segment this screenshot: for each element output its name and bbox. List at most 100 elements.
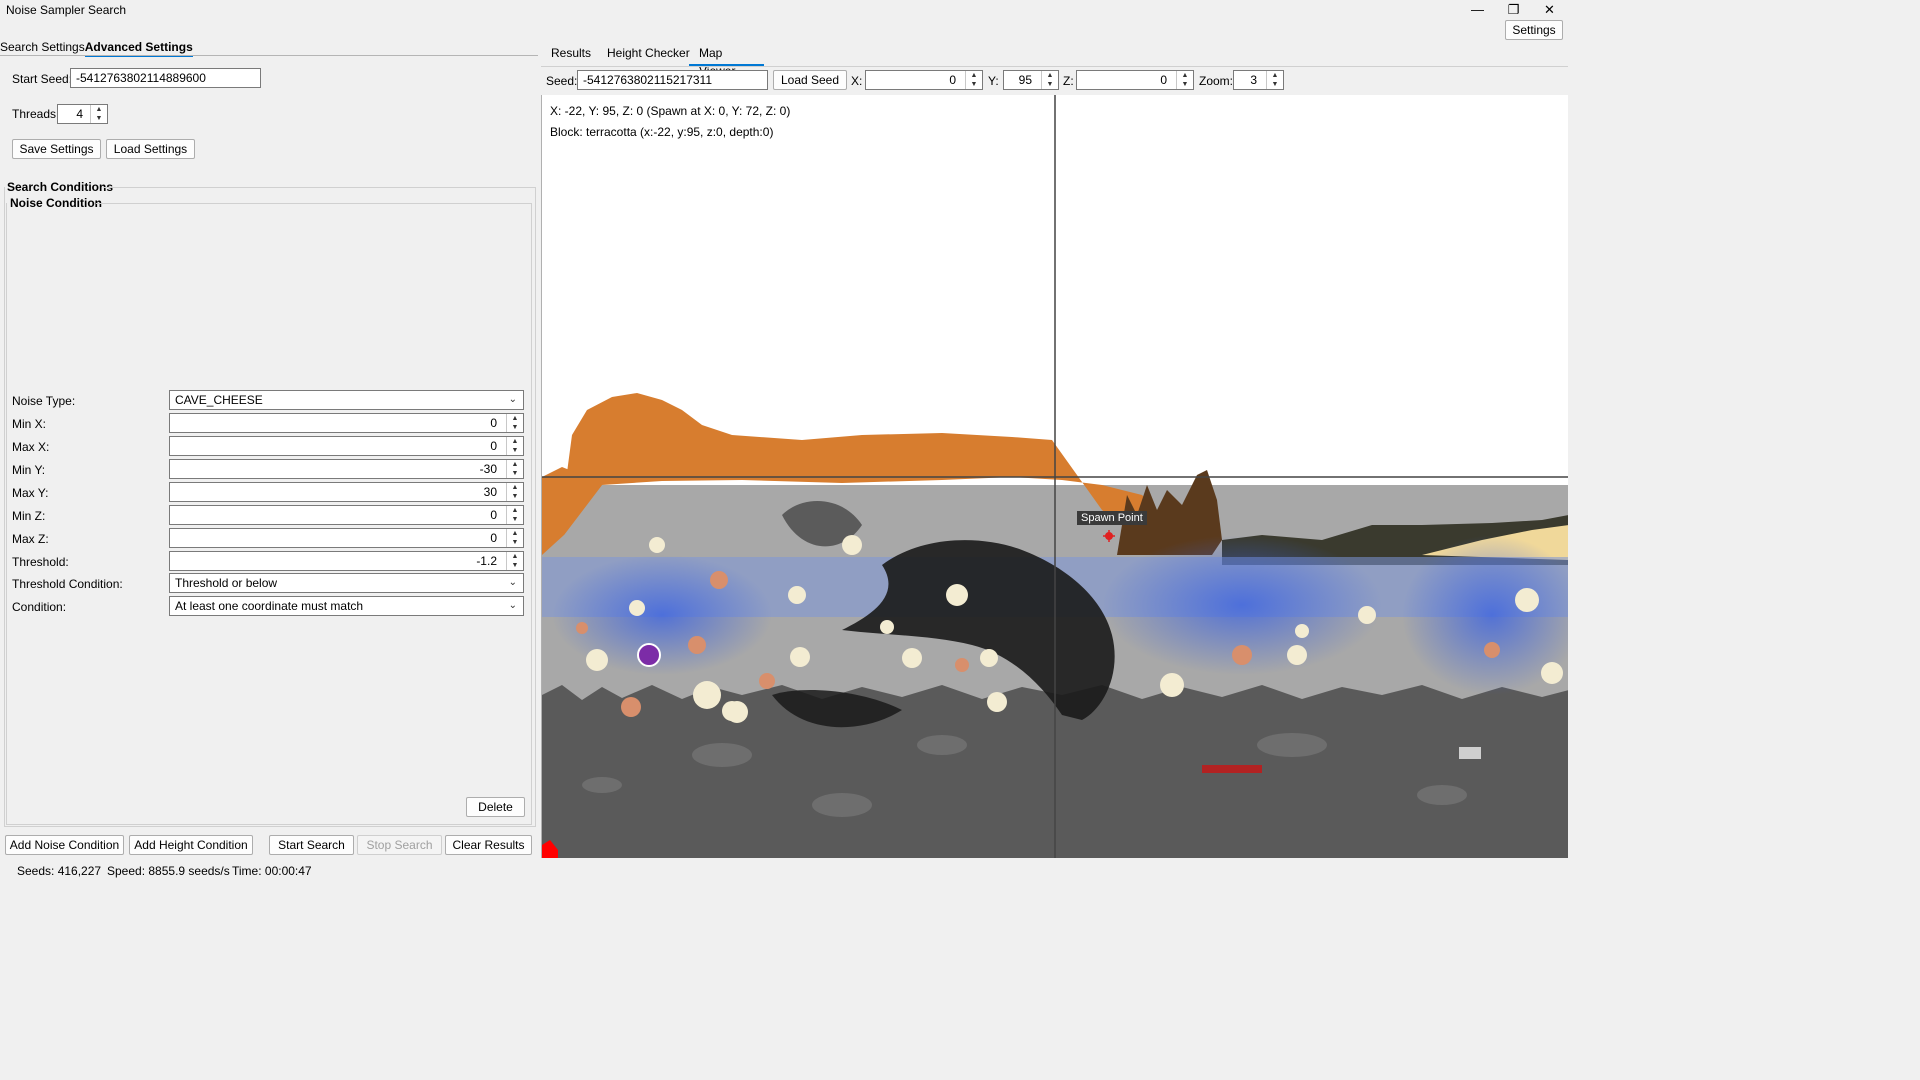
lava-strip <box>1202 765 1262 773</box>
terrain-render[interactable] <box>542 95 1568 858</box>
field-label: Threshold Condition: <box>12 577 123 591</box>
field-stepper[interactable]: -30 ▲ ▼ <box>169 459 524 479</box>
spin-down-icon[interactable]: ▼ <box>507 515 523 524</box>
start-seed-label: Start Seed: <box>12 72 73 86</box>
field-spinner[interactable]: ▲ ▼ <box>506 506 523 524</box>
dropdown-value: CAVE_CHEESE <box>175 393 263 407</box>
field-label: Max X: <box>12 440 50 454</box>
load-settings-button[interactable]: Load Settings <box>106 139 195 159</box>
settings-button[interactable]: Settings <box>1505 20 1563 40</box>
seed-input[interactable]: -5412763802115217311 <box>577 70 768 90</box>
field-stepper[interactable]: -1.2 ▲ ▼ <box>169 551 524 571</box>
spin-up-icon[interactable]: ▲ <box>91 105 107 114</box>
tab-divider <box>541 66 1568 67</box>
ore-block <box>1459 747 1481 759</box>
clear-results-button[interactable]: Clear Results <box>445 835 532 855</box>
spin-up-icon[interactable]: ▲ <box>1042 71 1058 80</box>
chevron-down-icon[interactable]: ⌄ <box>509 574 517 592</box>
tab-search-settings[interactable]: Search Settings <box>0 40 85 54</box>
zoom-label: Zoom: <box>1199 74 1234 88</box>
search-speed: Speed: 8855.9 seeds/s <box>107 864 230 878</box>
minimize-icon[interactable]: — <box>1460 0 1495 20</box>
stepper-value: 30 <box>483 485 497 499</box>
y-spinner[interactable]: ▲ ▼ <box>1041 71 1058 89</box>
spin-down-icon[interactable]: ▼ <box>507 423 523 432</box>
spin-up-icon[interactable]: ▲ <box>507 414 523 423</box>
tab-results[interactable]: Results <box>541 44 601 66</box>
spin-down-icon[interactable]: ▼ <box>507 561 523 570</box>
title-bar: Noise Sampler Search — ❐ ✕ <box>0 0 1568 20</box>
x-spinner[interactable]: ▲ ▼ <box>965 71 982 89</box>
zoom-stepper[interactable]: 3 ▲ ▼ <box>1233 70 1284 90</box>
y-stepper[interactable]: 95 ▲ ▼ <box>1003 70 1059 90</box>
map-viewport[interactable]: X: -22, Y: 95, Z: 0 (Spawn at X: 0, Y: 7… <box>541 95 1568 858</box>
x-stepper[interactable]: 0 ▲ ▼ <box>865 70 983 90</box>
threads-spinner[interactable]: ▲ ▼ <box>90 105 107 123</box>
zoom-value: 3 <box>1250 73 1257 87</box>
delete-button[interactable]: Delete <box>466 797 525 817</box>
chevron-down-icon[interactable]: ⌄ <box>509 597 517 615</box>
spin-down-icon[interactable]: ▼ <box>507 446 523 455</box>
field-dropdown[interactable]: Threshold or below ⌄ <box>169 573 524 593</box>
chevron-down-icon[interactable]: ⌄ <box>509 391 517 409</box>
field-spinner[interactable]: ▲ ▼ <box>506 483 523 501</box>
status-bar: Seeds: 416,227 Speed: 8855.9 seeds/s Tim… <box>0 858 1568 882</box>
zoom-spinner[interactable]: ▲ ▼ <box>1266 71 1283 89</box>
threads-label: Threads: <box>12 107 60 121</box>
spin-down-icon[interactable]: ▼ <box>507 492 523 501</box>
field-spinner[interactable]: ▲ ▼ <box>506 437 523 455</box>
close-icon[interactable]: ✕ <box>1532 0 1567 20</box>
tab-height-checker[interactable]: Height Checker <box>597 44 700 66</box>
spin-up-icon[interactable]: ▲ <box>1177 71 1193 80</box>
x-label: X: <box>851 74 863 88</box>
spin-up-icon[interactable]: ▲ <box>507 552 523 561</box>
y-value: 95 <box>1018 73 1032 87</box>
seeds-count: Seeds: 416,227 <box>17 864 102 878</box>
threads-stepper[interactable]: 4 ▲ ▼ <box>57 104 108 124</box>
spin-down-icon[interactable]: ▼ <box>966 80 982 89</box>
z-stepper[interactable]: 0 ▲ ▼ <box>1076 70 1194 90</box>
selected-block-marker[interactable] <box>637 643 661 667</box>
field-spinner[interactable]: ▲ ▼ <box>506 460 523 478</box>
save-settings-button[interactable]: Save Settings <box>12 139 101 159</box>
field-spinner[interactable]: ▲ ▼ <box>506 414 523 432</box>
spin-up-icon[interactable]: ▲ <box>507 437 523 446</box>
stepper-value: -30 <box>479 462 497 476</box>
spin-up-icon[interactable]: ▲ <box>507 506 523 515</box>
spin-up-icon[interactable]: ▲ <box>507 460 523 469</box>
field-spinner[interactable]: ▲ ▼ <box>506 529 523 547</box>
blue-noise <box>552 555 772 675</box>
tab-divider <box>0 55 538 56</box>
spin-down-icon[interactable]: ▼ <box>91 114 107 123</box>
stepper-value: 0 <box>490 508 497 522</box>
field-label: Noise Type: <box>12 394 76 408</box>
spin-down-icon[interactable]: ▼ <box>1267 80 1283 89</box>
spin-down-icon[interactable]: ▼ <box>507 538 523 547</box>
field-spinner[interactable]: ▲ ▼ <box>506 552 523 570</box>
field-stepper[interactable]: 30 ▲ ▼ <box>169 482 524 502</box>
z-label: Z: <box>1063 74 1074 88</box>
add-height-condition-button[interactable]: Add Height Condition <box>129 835 253 855</box>
field-stepper[interactable]: 0 ▲ ▼ <box>169 413 524 433</box>
stepper-value: 0 <box>490 416 497 430</box>
field-stepper[interactable]: 0 ▲ ▼ <box>169 505 524 525</box>
start-seed-input[interactable]: -5412763802114889600 <box>70 68 261 88</box>
tab-map-viewer[interactable]: Map Viewer <box>689 44 764 78</box>
field-label: Max Y: <box>12 486 49 500</box>
spin-down-icon[interactable]: ▼ <box>1177 80 1193 89</box>
maximize-icon[interactable]: ❐ <box>1496 0 1531 20</box>
load-seed-button[interactable]: Load Seed <box>773 70 847 90</box>
field-stepper[interactable]: 0 ▲ ▼ <box>169 528 524 548</box>
z-spinner[interactable]: ▲ ▼ <box>1176 71 1193 89</box>
field-dropdown[interactable]: CAVE_CHEESE ⌄ <box>169 390 524 410</box>
spin-up-icon[interactable]: ▲ <box>507 483 523 492</box>
add-noise-condition-button[interactable]: Add Noise Condition <box>5 835 124 855</box>
start-search-button[interactable]: Start Search <box>269 835 354 855</box>
spin-down-icon[interactable]: ▼ <box>507 469 523 478</box>
spin-up-icon[interactable]: ▲ <box>507 529 523 538</box>
spin-up-icon[interactable]: ▲ <box>966 71 982 80</box>
field-dropdown[interactable]: At least one coordinate must match ⌄ <box>169 596 524 616</box>
field-stepper[interactable]: 0 ▲ ▼ <box>169 436 524 456</box>
spin-up-icon[interactable]: ▲ <box>1267 71 1283 80</box>
spin-down-icon[interactable]: ▼ <box>1042 80 1058 89</box>
